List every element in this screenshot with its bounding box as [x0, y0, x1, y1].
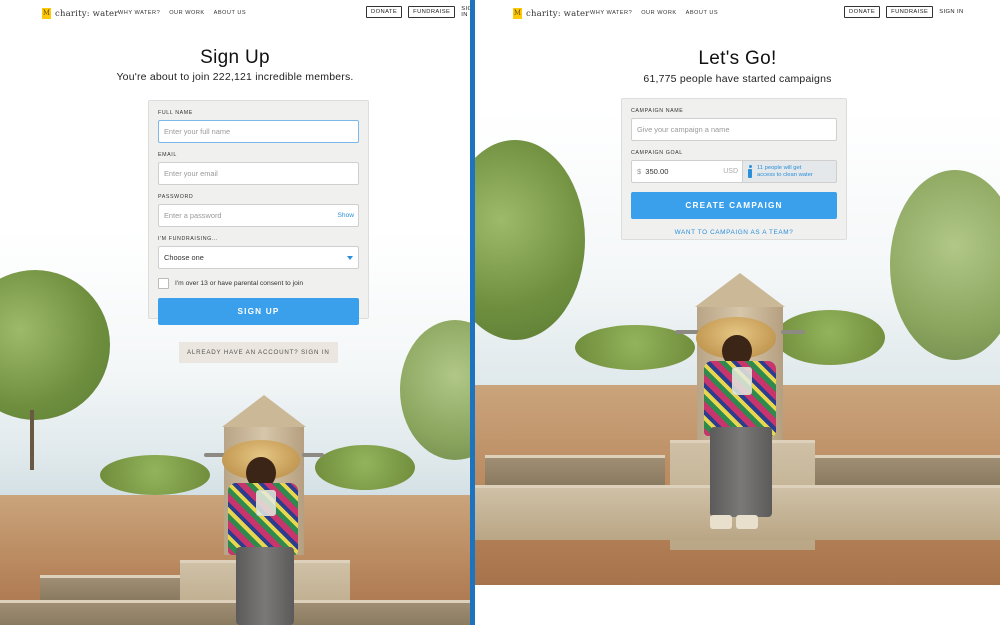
show-password-button[interactable]: Show: [338, 212, 355, 219]
impact-line-2: access to clean water: [757, 171, 813, 178]
email-label: EMAIL: [158, 152, 177, 158]
jerry-can-icon: M: [513, 8, 522, 19]
sign-up-button[interactable]: SIGN UP: [158, 298, 359, 325]
create-campaign-button[interactable]: CREATE CAMPAIGN: [631, 192, 837, 219]
campaign-name-placeholder: Give your campaign a name: [637, 125, 730, 134]
full-name-label: FULL NAME: [158, 110, 193, 116]
fundraise-button[interactable]: FUNDRAISE: [886, 6, 934, 18]
password-label: PASSWORD: [158, 194, 194, 200]
logo-text: charity: water: [55, 8, 119, 19]
nav-link-our-work[interactable]: OUR WORK: [641, 10, 676, 16]
child-photo: [696, 315, 790, 540]
impact-text: 11 people will get access to clean water: [757, 165, 813, 178]
nav-link-about-us[interactable]: ABOUT US: [686, 10, 719, 16]
fundraising-label: I'M FUNDRAISING...: [158, 236, 219, 242]
sign-in-link[interactable]: SIGN IN: [939, 9, 963, 15]
fundraising-select[interactable]: Choose one: [158, 246, 359, 269]
campaign-name-label: CAMPAIGN NAME: [631, 108, 684, 114]
logo[interactable]: M charity: water: [42, 8, 119, 19]
nav-link-our-work[interactable]: OUR WORK: [169, 10, 204, 16]
person-icon: [747, 165, 753, 178]
nav-link-why-water[interactable]: WHY WATER?: [118, 10, 160, 16]
sign-in-link[interactable]: SIGN IN: [461, 6, 470, 18]
nav-link-about-us[interactable]: ABOUT US: [214, 10, 247, 16]
page-title: Let's Go!: [698, 48, 777, 69]
signup-form: FULL NAME Enter your full name EMAIL Ent…: [148, 100, 369, 325]
impact-indicator: 11 people will get access to clean water: [743, 160, 837, 183]
page-subtitle: 61,775 people have started campaigns: [643, 73, 832, 85]
top-nav: M charity: water WHY WATER? OUR WORK ABO…: [0, 0, 470, 26]
nav-link-why-water[interactable]: WHY WATER?: [590, 10, 632, 16]
signup-page: M charity: water WHY WATER? OUR WORK ABO…: [0, 0, 470, 625]
page-title: Sign Up: [200, 47, 270, 68]
email-field[interactable]: Enter your email: [158, 162, 359, 185]
page-subtitle: You're about to join 222,121 incredible …: [116, 71, 354, 83]
fundraising-selected-value: Choose one: [164, 253, 204, 262]
jerry-can-icon: M: [42, 8, 51, 19]
campaign-name-field[interactable]: Give your campaign a name: [631, 118, 837, 141]
logo[interactable]: M charity: water: [513, 8, 590, 19]
consent-checkbox[interactable]: [158, 278, 169, 289]
dropdown-caret-icon: [347, 256, 353, 260]
currency-symbol: $: [637, 167, 642, 176]
campaign-goal-field[interactable]: $ 350.00 USD: [631, 160, 743, 183]
impact-line-1: 11 people will get: [757, 164, 802, 171]
full-name-field[interactable]: Enter your full name: [158, 120, 359, 143]
currency-code: USD: [723, 168, 738, 175]
already-have-account-link[interactable]: ALREADY HAVE AN ACCOUNT? SIGN IN: [179, 342, 338, 363]
child-photo: [220, 435, 310, 625]
create-campaign-form: CAMPAIGN NAME Give your campaign a name …: [621, 98, 847, 240]
campaign-goal-label: CAMPAIGN GOAL: [631, 150, 683, 156]
donate-button[interactable]: DONATE: [366, 6, 403, 18]
password-placeholder: Enter a password: [164, 211, 222, 220]
create-campaign-page: M charity: water WHY WATER? OUR WORK ABO…: [475, 0, 1000, 625]
logo-text: charity: water: [526, 8, 590, 19]
top-nav: M charity: water WHY WATER? OUR WORK ABO…: [475, 0, 1000, 26]
consent-label: I'm over 13 or have parental consent to …: [175, 280, 304, 287]
goal-value: 350.00: [645, 167, 669, 176]
campaign-as-team-link[interactable]: WANT TO CAMPAIGN AS A TEAM?: [631, 229, 837, 236]
donate-button[interactable]: DONATE: [844, 6, 881, 18]
fundraise-button[interactable]: FUNDRAISE: [408, 6, 456, 18]
email-placeholder: Enter your email: [164, 169, 218, 178]
full-name-placeholder: Enter your full name: [164, 127, 231, 136]
password-field[interactable]: Enter a password Show: [158, 204, 359, 227]
